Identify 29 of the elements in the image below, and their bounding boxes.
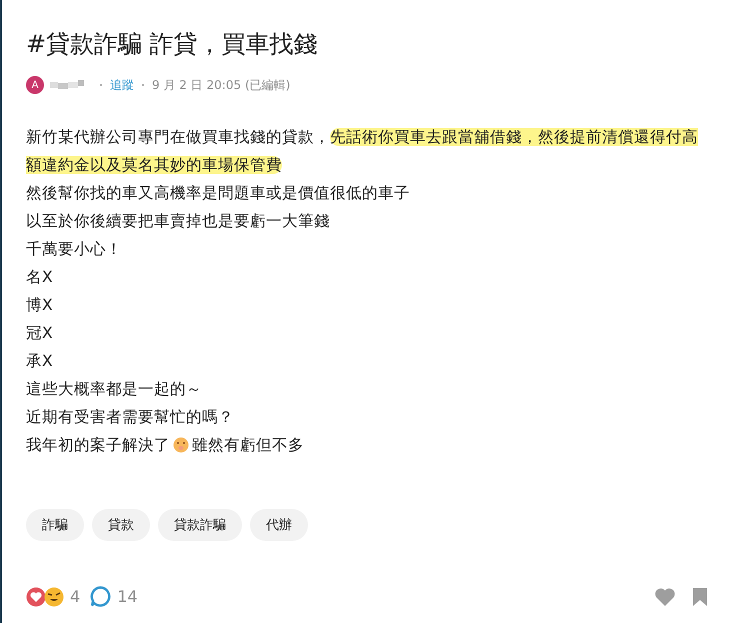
avatar[interactable]: A: [26, 76, 44, 94]
comment-count: 14: [117, 587, 138, 606]
topic-tag[interactable]: 詐騙: [26, 509, 84, 541]
reaction-count: 4: [70, 587, 80, 606]
topic-tag[interactable]: 代辦: [250, 509, 308, 541]
emoji-icon: [173, 437, 189, 453]
body-text: 雖然有虧但不多: [192, 435, 304, 456]
body-text: 名X: [26, 267, 54, 288]
body-text: 冠X: [26, 323, 54, 344]
heart-reaction-icon[interactable]: [26, 586, 46, 606]
topic-tag[interactable]: 貸款詐騙: [158, 509, 242, 541]
body-text: 我年初的案子解決了: [26, 435, 170, 456]
body-text: 博X: [26, 295, 54, 316]
laughing-emoji-icon[interactable]: [44, 586, 64, 606]
body-text: 近期有受害者需要幫忙的嗎？: [26, 407, 235, 428]
post-date: 9 月 2 日 20:05 (已編輯): [152, 76, 290, 94]
body-text: 承X: [26, 351, 54, 372]
body-text: 千萬要小心！: [26, 239, 123, 260]
post-title: #貸款詐騙 詐貸，買車找錢: [26, 29, 319, 60]
body-text: 以至於你後續要把車賣掉也是要虧一大筆錢: [26, 211, 331, 232]
body-text: 然後幫你找的車又高機率是問題車或是價值很低的車子: [26, 183, 411, 204]
separator-dot: [100, 84, 102, 86]
separator-dot: [142, 84, 144, 86]
topic-tag[interactable]: 貸款: [92, 509, 150, 541]
comment-icon[interactable]: [90, 586, 112, 607]
like-button[interactable]: [654, 586, 676, 606]
bookmark-button[interactable]: [692, 586, 708, 606]
body-text: 新竹某代辦公司專門在做買車找錢的貸款，先話術你買車去跟當舖借錢，然後提前清償還得付高額違約金以及莫名其妙的車場保管費: [26, 127, 699, 176]
body-text: 這些大概率都是一起的～: [26, 379, 203, 400]
